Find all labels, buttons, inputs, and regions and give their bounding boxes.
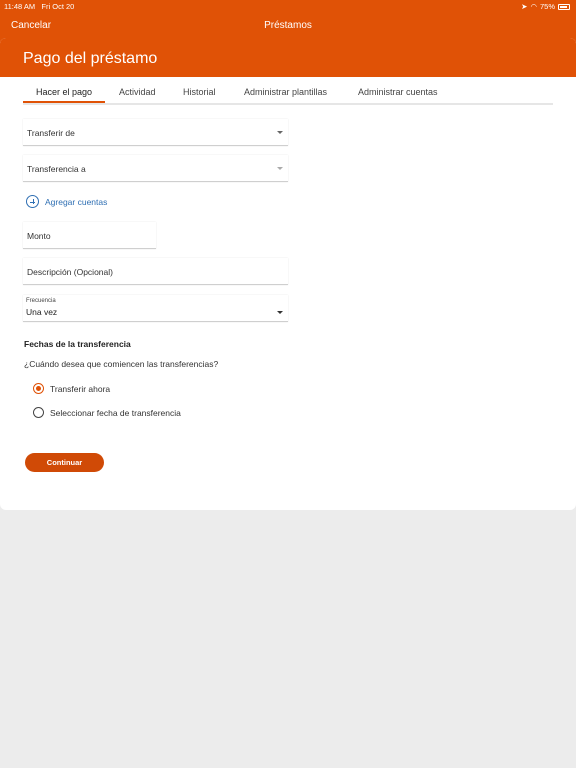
wifi-icon: ◠ xyxy=(530,2,537,11)
page-title: Pago del préstamo xyxy=(23,50,158,67)
amount-field[interactable]: Monto xyxy=(23,222,156,249)
battery-icon xyxy=(558,3,570,10)
tab-administrar-cuentas[interactable]: Administrar cuentas xyxy=(358,87,438,97)
radio-unchecked-icon[interactable] xyxy=(33,407,44,418)
chevron-down-icon xyxy=(277,167,283,170)
location-icon: ➤ xyxy=(521,2,528,11)
payment-card: Pago del préstamo Hacer el pago Activida… xyxy=(0,38,576,510)
nav-title: Préstamos xyxy=(264,20,312,31)
chevron-down-icon xyxy=(277,131,283,134)
frequency-select[interactable]: Frecuencia Una vez xyxy=(23,295,288,322)
radio-checked-icon[interactable] xyxy=(33,383,44,394)
tab-actividad[interactable]: Actividad xyxy=(119,87,156,97)
transfer-from-label: Transferir de xyxy=(27,128,75,138)
add-circle-icon xyxy=(26,195,39,208)
status-bar-right: ➤ ◠ 75% xyxy=(521,2,570,11)
status-time: 11:48 AM xyxy=(4,2,36,11)
battery-percent: 75% xyxy=(539,2,555,11)
status-bar-left: 11:48 AM Fri Oct 20 xyxy=(4,2,74,11)
transfer-from-select[interactable]: Transferir de xyxy=(23,119,288,146)
transfer-to-label: Transferencia a xyxy=(27,164,86,174)
frequency-value: Una vez xyxy=(26,307,58,317)
radio-select-date[interactable]: Seleccionar fecha de transferencia xyxy=(33,407,181,418)
card-header: Pago del préstamo xyxy=(0,38,576,77)
tab-bar: Hacer el pago Actividad Historial Admini… xyxy=(23,82,553,105)
amount-placeholder: Monto xyxy=(27,231,51,241)
active-tab-indicator xyxy=(23,101,105,103)
tab-historial[interactable]: Historial xyxy=(183,87,216,97)
radio-transfer-now[interactable]: Transferir ahora xyxy=(33,383,110,394)
radio-transfer-now-label: Transferir ahora xyxy=(50,383,111,394)
transfer-to-select[interactable]: Transferencia a xyxy=(23,155,288,182)
transfer-dates-question: ¿Cuándo desea que comiencen las transfer… xyxy=(24,359,219,369)
frequency-label: Frecuencia xyxy=(26,298,56,304)
description-placeholder: Descripción (Opcional) xyxy=(27,267,113,277)
add-accounts-label: Agregar cuentas xyxy=(45,196,108,207)
add-accounts-link[interactable]: Agregar cuentas xyxy=(26,195,107,208)
chevron-down-icon xyxy=(277,311,283,314)
tab-hacer-el-pago[interactable]: Hacer el pago xyxy=(36,87,92,97)
radio-select-date-label: Seleccionar fecha de transferencia xyxy=(50,407,181,418)
transfer-dates-title: Fechas de la transferencia xyxy=(24,339,131,349)
status-date: Fri Oct 20 xyxy=(41,2,75,11)
description-field[interactable]: Descripción (Opcional) xyxy=(23,258,288,285)
continue-button[interactable]: Continuar xyxy=(25,453,104,472)
tab-administrar-plantillas[interactable]: Administrar plantillas xyxy=(244,87,327,97)
